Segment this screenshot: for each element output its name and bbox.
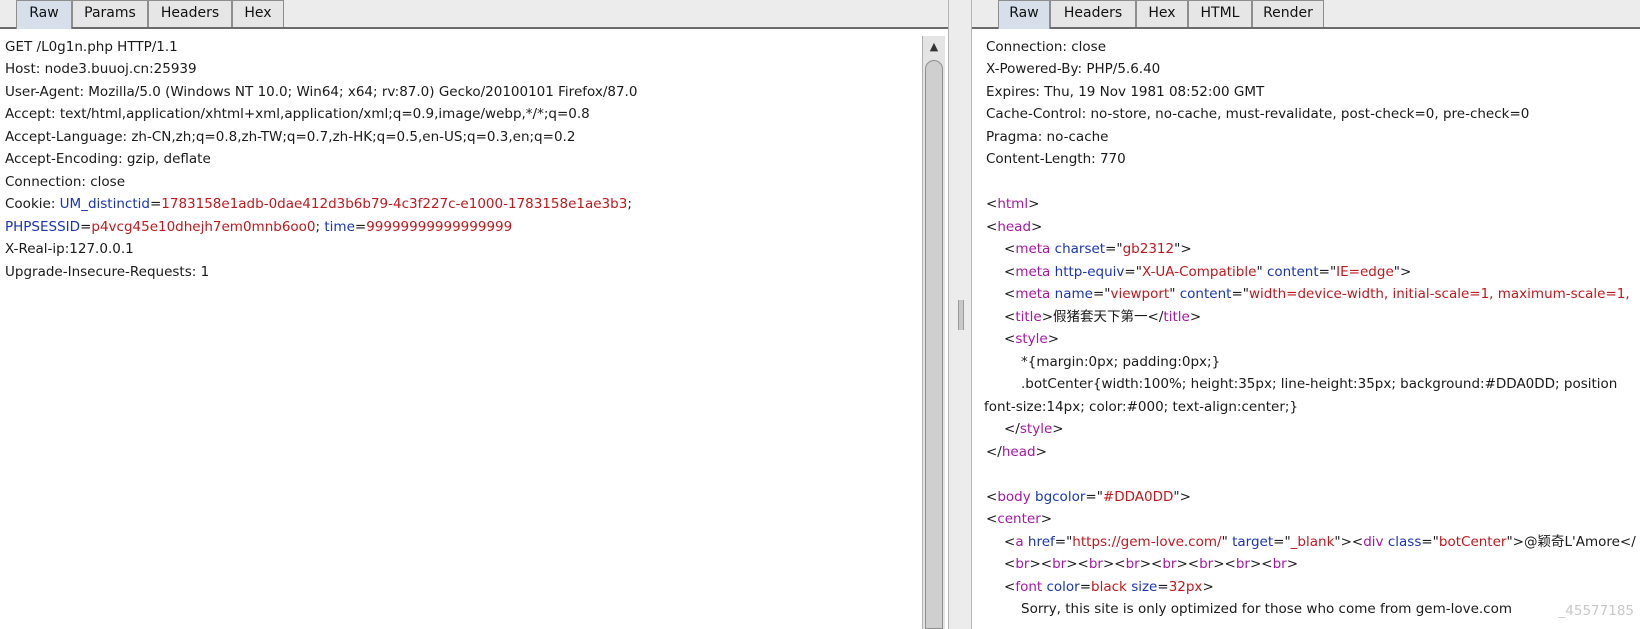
request-line: GET /L0g1n.php HTTP/1.1 bbox=[5, 39, 178, 55]
head-close-tag: </head> bbox=[986, 444, 1047, 460]
response-header-content-length: Content-Length: 770 bbox=[986, 151, 1126, 167]
split-pane-divider[interactable] bbox=[948, 0, 972, 629]
response-tabbar: Raw Headers Hex HTML Render bbox=[972, 0, 1640, 29]
head-open-tag: <head> bbox=[986, 219, 1043, 235]
request-header-accept: Accept: text/html,application/xhtml+xml,… bbox=[5, 106, 590, 122]
cookie-phpsessid-value: p4vcg45e10dhejh7em0mnb6oo0 bbox=[91, 219, 316, 235]
font-tag-line: <font color=black size=32px> bbox=[1004, 579, 1214, 595]
cookie-time-value: 99999999999999999 bbox=[366, 219, 513, 235]
html-open-tag: <html> bbox=[986, 196, 1040, 212]
meta-httpequiv-line: <meta http-equiv="X-UA-Compatible" conte… bbox=[1004, 264, 1412, 280]
scrollbar-thumb[interactable] bbox=[925, 60, 943, 629]
request-editor[interactable]: GET /L0g1n.php HTTP/1.1 Host: node3.buuo… bbox=[0, 36, 922, 629]
divider-grip-icon[interactable] bbox=[958, 300, 964, 330]
request-header-x-real-ip: X-Real-ip:127.0.0.1 bbox=[5, 241, 134, 257]
style-open-tag: <style> bbox=[1004, 331, 1059, 347]
response-editor[interactable]: Connection: close X-Powered-By: PHP/5.6.… bbox=[972, 36, 1640, 629]
meta-viewport-line: <meta name="viewport" content="width=dev… bbox=[1004, 286, 1630, 302]
scroll-up-arrow-icon[interactable]: ▲ bbox=[923, 36, 945, 58]
request-tab-raw[interactable]: Raw bbox=[16, 0, 72, 29]
request-scrollbar[interactable]: ▲ bbox=[922, 36, 945, 629]
request-header-upgrade-insecure: Upgrade-Insecure-Requests: 1 bbox=[5, 264, 210, 280]
cookie-phpsessid-key: PHPSESSID bbox=[5, 219, 81, 235]
request-tab-hex[interactable]: Hex bbox=[232, 0, 284, 27]
request-header-connection: Connection: close bbox=[5, 174, 125, 190]
center-open-tag: <center> bbox=[986, 511, 1053, 527]
cookie-um-value: 1783158e1adb-0dae412d3b6b79-4c3f227c-e10… bbox=[161, 196, 628, 212]
response-tab-render[interactable]: Render bbox=[1252, 0, 1324, 27]
style-rule-botcenter: .botCenter{width:100%; height:35px; line… bbox=[1021, 376, 1618, 392]
response-tab-raw[interactable]: Raw bbox=[998, 0, 1050, 29]
request-header-user-agent: User-Agent: Mozilla/5.0 (Windows NT 10.0… bbox=[5, 84, 638, 100]
request-header-host: Host: node3.buuoj.cn:25939 bbox=[5, 61, 197, 77]
request-header-cookie: Cookie: UM_distinctid=1783158e1adb-0dae4… bbox=[5, 196, 632, 212]
watermark-text: _45577185 bbox=[1558, 603, 1634, 619]
response-header-expires: Expires: Thu, 19 Nov 1981 08:52:00 GMT bbox=[986, 84, 1265, 100]
request-tab-headers[interactable]: Headers bbox=[148, 0, 232, 27]
style-rule-reset: *{margin:0px; padding:0px;} bbox=[1021, 354, 1221, 370]
sorry-message-line: Sorry, this site is only optimized for t… bbox=[1021, 601, 1513, 617]
body-open-tag: <body bgcolor="#DDA0DD"> bbox=[986, 489, 1191, 505]
page-title-text: 假猪套天下第一 bbox=[1053, 309, 1148, 325]
style-rule-botcenter-cont: font-size:14px; color:#000; text-align:c… bbox=[984, 399, 1299, 415]
response-header-connection: Connection: close bbox=[986, 39, 1106, 55]
br-tags-line: <br><br><br><br><br><br><br><br> bbox=[1004, 556, 1298, 572]
response-tab-headers[interactable]: Headers bbox=[1050, 0, 1136, 27]
title-line: <title>假猪套天下第一</title> bbox=[1004, 309, 1202, 325]
cookie-um-key: UM_distinctid bbox=[59, 196, 150, 212]
cookie-label: Cookie: bbox=[5, 196, 60, 212]
style-close-tag: </style> bbox=[1004, 421, 1064, 437]
meta-charset-line: <meta charset="gb2312"> bbox=[1004, 241, 1192, 257]
anchor-line: <a href="https://gem-love.com/" target="… bbox=[1004, 534, 1636, 550]
response-tab-hex[interactable]: Hex bbox=[1136, 0, 1188, 27]
request-header-accept-language: Accept-Language: zh-CN,zh;q=0.8,zh-TW;q=… bbox=[5, 129, 576, 145]
request-tabbar: Raw Params Headers Hex bbox=[0, 0, 948, 29]
request-header-accept-encoding: Accept-Encoding: gzip, deflate bbox=[5, 151, 211, 167]
cookie-time-key: time bbox=[324, 219, 355, 235]
response-header-pragma: Pragma: no-cache bbox=[986, 129, 1109, 145]
response-header-x-powered-by: X-Powered-By: PHP/5.6.40 bbox=[986, 61, 1161, 77]
request-tab-params[interactable]: Params bbox=[72, 0, 148, 27]
response-tab-html[interactable]: HTML bbox=[1188, 0, 1252, 27]
request-header-cookie-cont: PHPSESSID=p4vcg45e10dhejh7em0mnb6oo0; ti… bbox=[5, 219, 513, 235]
response-header-cache-control: Cache-Control: no-store, no-cache, must-… bbox=[986, 106, 1530, 122]
